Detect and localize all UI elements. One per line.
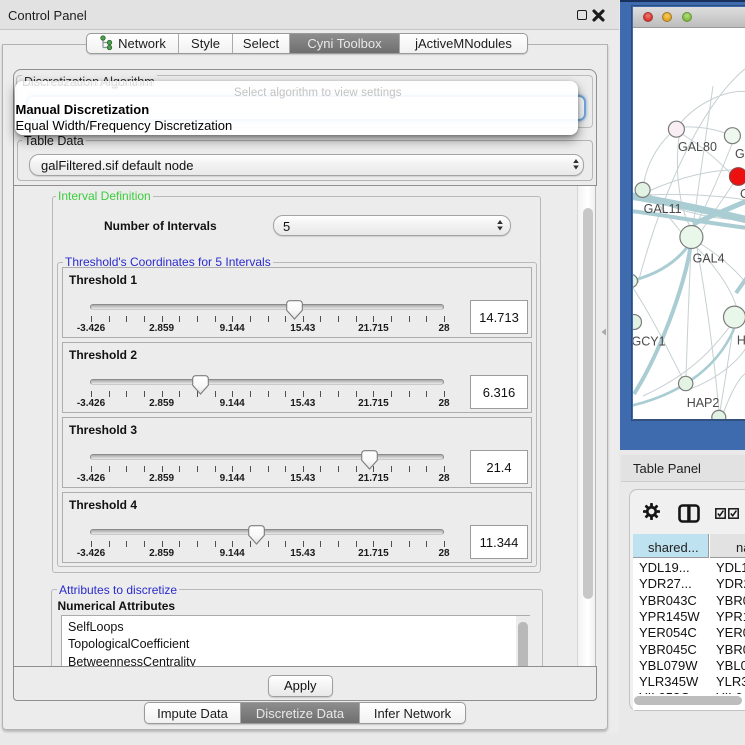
- svg-text:GAL80: GAL80: [678, 140, 717, 154]
- svg-text:GA: GA: [735, 147, 745, 161]
- svg-text:CY: CY: [740, 187, 745, 201]
- svg-text:HAP2: HAP2: [686, 396, 719, 410]
- svg-text:GCY1: GCY1: [633, 335, 666, 349]
- svg-text:GAL11: GAL11: [643, 202, 681, 216]
- svg-text:GAL4: GAL4: [692, 252, 724, 266]
- svg-text:H: H: [736, 334, 745, 348]
